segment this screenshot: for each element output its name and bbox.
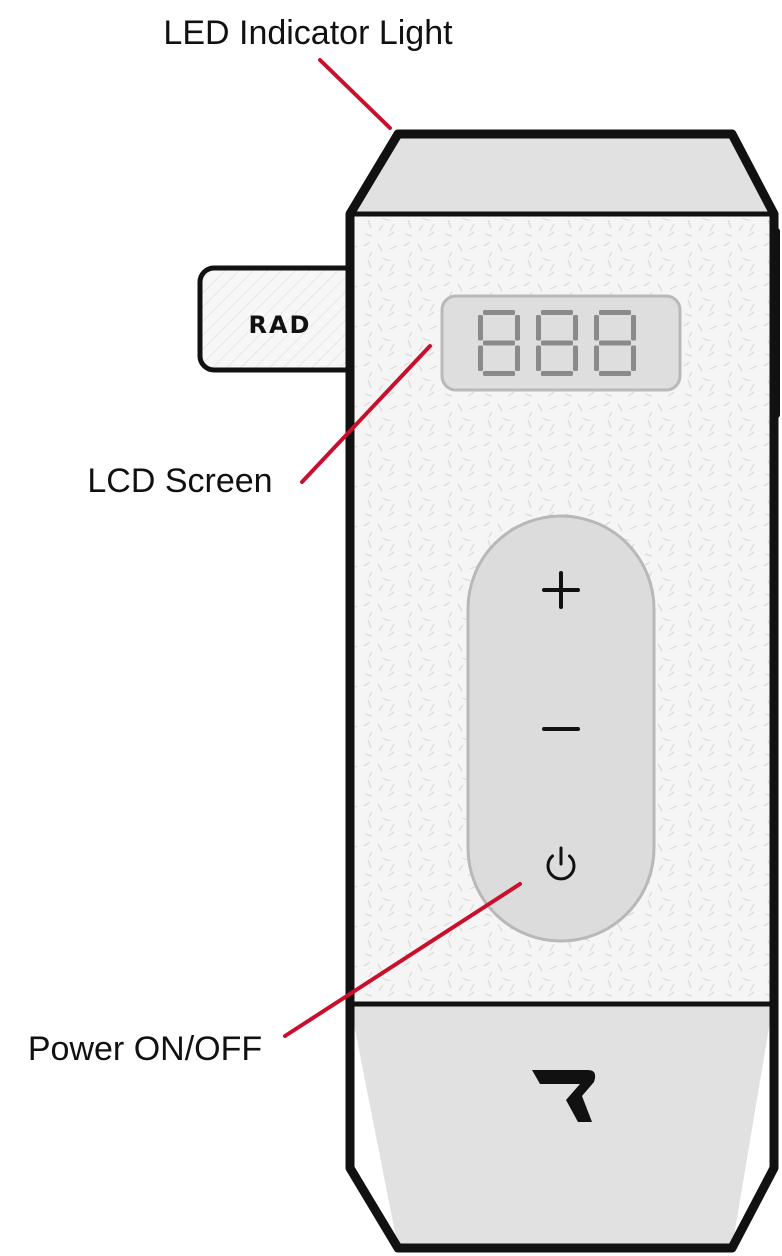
callout-led-leader: [318, 58, 392, 130]
side-tab: RAD: [197, 265, 363, 373]
lcd-segment: [594, 345, 599, 371]
lcd-segment: [599, 340, 631, 346]
lcd-segment: [483, 371, 515, 376]
lcd-segment: [541, 310, 573, 315]
callout-led-label: LED Indicator Light: [163, 14, 453, 52]
lcd-segment: [594, 315, 599, 341]
lcd-segment: [599, 371, 631, 376]
lcd-segment: [483, 310, 515, 315]
lcd-segment: [541, 340, 573, 346]
plus-button[interactable]: [518, 556, 604, 626]
device-diagram: RAD 888: [28, 14, 780, 1253]
lcd-segment: [541, 371, 573, 376]
callout-lcd-label: LCD Screen: [87, 462, 272, 500]
lcd-segment: [536, 315, 541, 341]
callout-power-label: Power ON/OFF: [28, 1030, 262, 1068]
lcd-segment: [631, 345, 636, 371]
lcd-segment: [599, 310, 631, 315]
power-button[interactable]: [524, 834, 598, 900]
lcd-segment: [483, 340, 515, 346]
lcd-segment: [515, 315, 520, 341]
lcd-segment: [515, 345, 520, 371]
lcd-segment: [478, 315, 483, 341]
lcd-segment: [536, 345, 541, 371]
lcd-screen: 888: [440, 294, 682, 392]
lcd-segment: [573, 315, 578, 341]
minus-button[interactable]: [518, 696, 604, 760]
lcd-segment: [573, 345, 578, 371]
tab-brand-text: RAD: [249, 311, 312, 339]
callout-led: LED Indicator Light: [163, 14, 453, 130]
lcd-segment: [478, 345, 483, 371]
lcd-segment: [631, 315, 636, 341]
